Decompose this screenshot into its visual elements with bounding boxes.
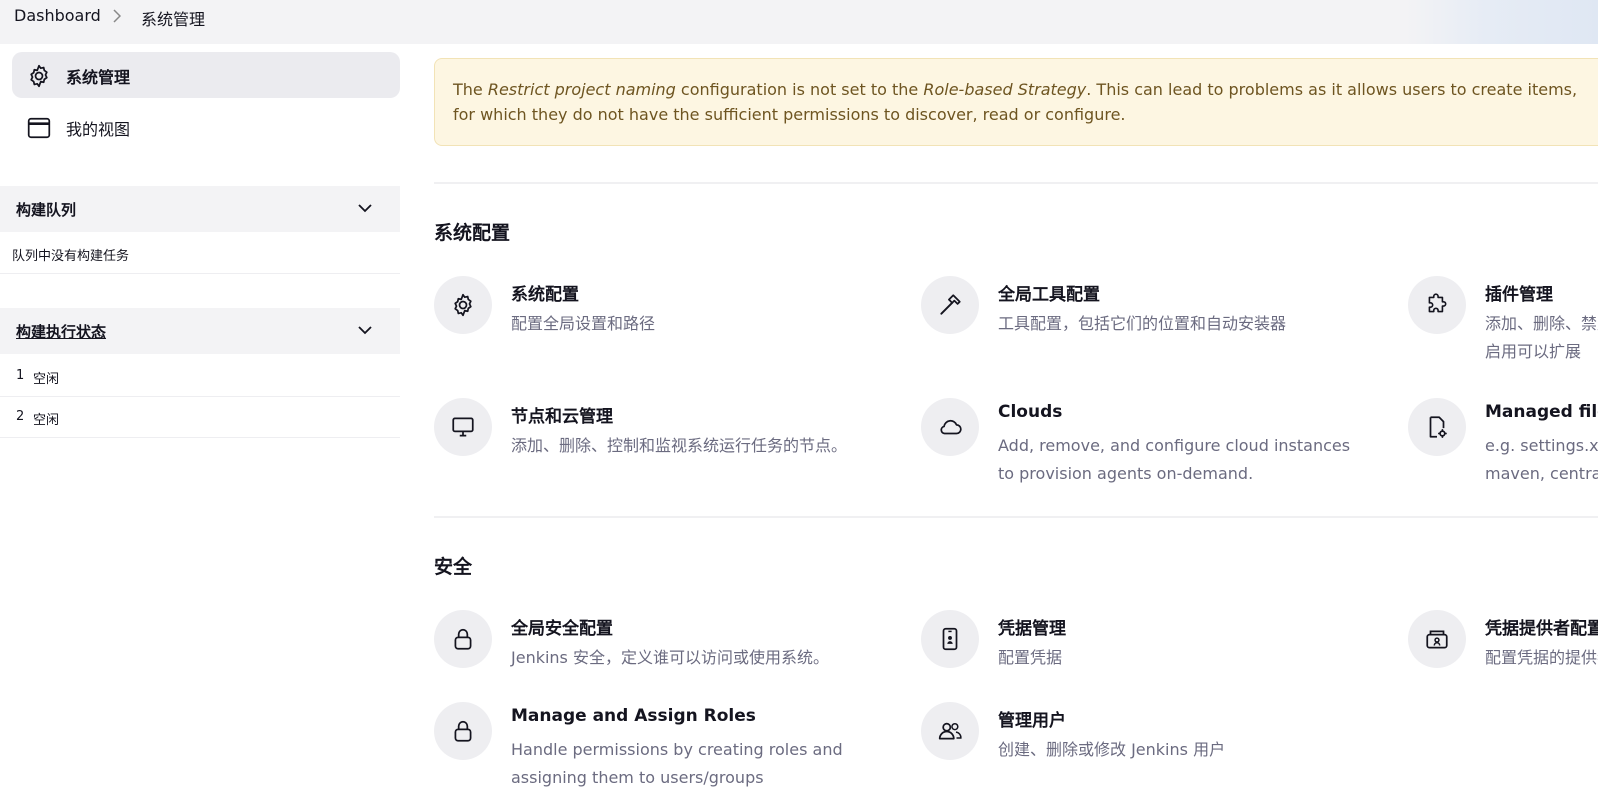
tile-description: e.g. settings.xml for maven, central man… (1485, 436, 1598, 483)
phone-badge-icon (942, 627, 958, 651)
alert-text-part: The (453, 80, 488, 99)
executor-row: 2 空闲 (0, 397, 400, 438)
tile-icon (434, 702, 492, 760)
sidebar-item-my-views[interactable]: 我的视图 (12, 104, 400, 150)
section-title-security: 安全 (434, 556, 473, 578)
alert-message: The Restrict project naming configuratio… (453, 77, 1593, 127)
window-icon (27, 117, 51, 139)
gear-icon (30, 64, 48, 88)
executor-status: 空闲 (33, 413, 60, 428)
build-queue-header[interactable]: 构建队列 (0, 186, 400, 232)
tile-icon (1408, 610, 1466, 668)
build-queue-title: 构建队列 (16, 201, 77, 219)
section-title-system: 系统配置 (434, 222, 511, 244)
tile-icon (921, 610, 979, 668)
chevron-right-icon (113, 9, 121, 23)
tile-description: 配置凭据 (998, 648, 1063, 667)
chevron-down-icon[interactable] (358, 325, 372, 335)
lock-icon (454, 720, 472, 742)
tile-description: 添加、删除、控制和监视系统运行任务的节点。 (511, 436, 848, 455)
warning-alert: The Restrict project naming configuratio… (434, 58, 1598, 146)
users-icon (938, 722, 962, 740)
tile-system-config[interactable]: 系统配置 配置全局设置和路径 (434, 276, 894, 366)
tile-icon (921, 398, 979, 456)
breadcrumb-current[interactable]: 系统管理 (141, 6, 205, 30)
tile-icon (1408, 398, 1466, 456)
sidebar-item-label: 系统管理 (66, 68, 131, 87)
tile-plugins[interactable]: 插件管理 添加、删除、禁用或启用可以扩展Jenkins功能的插件。 (1408, 276, 1598, 366)
tile-icon (921, 702, 979, 760)
sidebar-item-label: 我的视图 (66, 120, 131, 139)
tile-title: 凭据提供者配置 (1485, 619, 1598, 639)
tile-title: 凭据管理 (998, 619, 1066, 639)
tile-manage-roles[interactable]: Manage and Assign Roles Handle permissio… (434, 702, 894, 792)
build-queue-empty: 队列中没有构建任务 (0, 233, 400, 274)
executors-title[interactable]: 构建执行状态 (16, 321, 106, 342)
lock-icon (454, 628, 472, 650)
tile-title: 插件管理 (1485, 285, 1553, 305)
tile-global-tools[interactable]: 全局工具配置 工具配置，包括它们的位置和自动安装器 (921, 276, 1381, 366)
alert-emphasis: Role-based Strategy (923, 80, 1087, 99)
tile-title: Managed files (1485, 402, 1598, 422)
tile-description: 配置凭据的提供者和类型 (1485, 648, 1598, 667)
file-gear-icon (1429, 416, 1447, 438)
tile-description: 工具配置，包括它们的位置和自动安装器 (998, 314, 1287, 333)
executor-number: 2 (16, 409, 25, 424)
monitor-icon (452, 417, 474, 437)
tile-icon (1408, 276, 1466, 334)
tile-description: Handle permissions by creating roles and… (511, 740, 843, 787)
tile-description: 添加、删除、禁用或启用可以扩展Jenkins功能的插件。 (1485, 314, 1598, 361)
tile-title: 节点和云管理 (511, 407, 613, 427)
tile-title: 全局工具配置 (998, 285, 1100, 305)
cloud-icon (940, 419, 962, 435)
sidebar-item-manage[interactable]: 系统管理 (12, 52, 400, 98)
empty-message: 队列中没有构建任务 (12, 249, 130, 264)
executors-header[interactable]: 构建执行状态 (0, 308, 400, 354)
alert-emphasis: Restrict project naming (487, 80, 676, 99)
key-safe-icon (1426, 630, 1448, 649)
tile-nodes-clouds[interactable]: 节点和云管理 添加、删除、控制和监视系统运行任务的节点。 (434, 398, 894, 488)
tile-icon (434, 398, 492, 456)
tile-global-security[interactable]: 全局安全配置 Jenkins 安全，定义谁可以访问或使用系统。 (434, 610, 894, 700)
tile-description: 创建、删除或修改 Jenkins 用户 (998, 740, 1226, 759)
executor-number: 1 (16, 368, 25, 383)
tile-description: 配置全局设置和路径 (511, 314, 656, 333)
tile-credential-providers[interactable]: 凭据提供者配置 配置凭据的提供者和类型 (1408, 610, 1598, 700)
tile-description: Add, remove, and configure cloud instanc… (998, 436, 1351, 483)
tile-manage-users[interactable]: 管理用户 创建、删除或修改 Jenkins 用户 (921, 702, 1381, 792)
executor-status: 空闲 (33, 372, 60, 387)
tile-icon (434, 610, 492, 668)
tile-title: 管理用户 (998, 711, 1066, 731)
divider (434, 182, 1598, 184)
divider (434, 516, 1598, 518)
tile-clouds[interactable]: Clouds Add, remove, and configure cloud … (921, 398, 1381, 488)
executor-row: 1 空闲 (0, 356, 400, 397)
chevron-down-icon[interactable] (358, 203, 372, 213)
tile-description: Jenkins 安全，定义谁可以访问或使用系统。 (511, 648, 829, 667)
tile-icon (434, 276, 492, 334)
tile-managed-files[interactable]: Managed files e.g. settings.xml for mave… (1408, 398, 1598, 488)
tile-title: 全局安全配置 (511, 619, 613, 639)
puzzle-icon (1428, 293, 1447, 313)
tile-title: Clouds (998, 402, 1063, 422)
breadcrumb-home[interactable]: Dashboard (14, 6, 101, 25)
alert-text-part: configuration is not set to the (675, 80, 924, 99)
tile-credentials[interactable]: 凭据管理 配置凭据 (921, 610, 1381, 700)
tile-title: 系统配置 (511, 285, 579, 305)
hammer-icon (940, 294, 961, 315)
gear-icon (454, 293, 472, 317)
tile-title: Manage and Assign Roles (511, 706, 756, 726)
tile-icon (921, 276, 979, 334)
top-bar: Dashboard 系统管理 (0, 0, 1598, 44)
